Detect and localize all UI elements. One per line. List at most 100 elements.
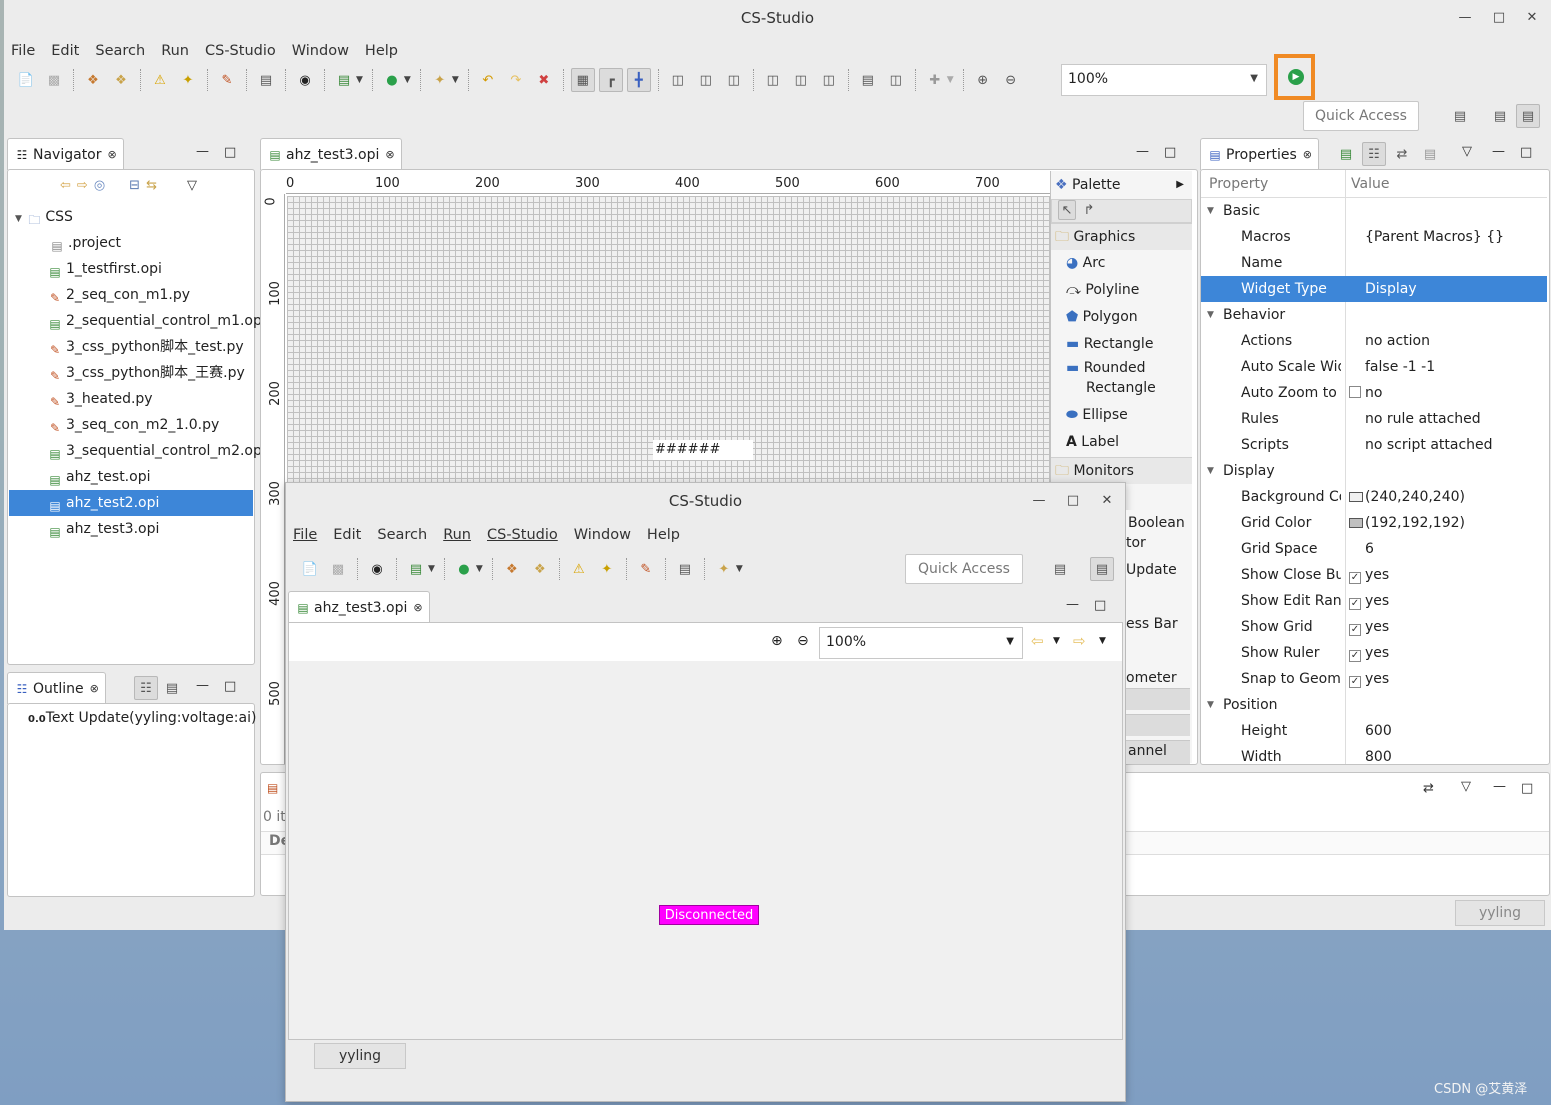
chevron-down-icon[interactable]: ▼ [736, 564, 743, 574]
maximize-icon[interactable]: □ [1520, 145, 1532, 160]
zoom-out-icon[interactable]: ⊖ [999, 68, 1023, 92]
connection-tool-icon[interactable]: ↱ [1080, 200, 1098, 220]
palette-drawer-channel[interactable]: annel [1126, 740, 1190, 764]
menu-window[interactable]: Window [285, 40, 358, 62]
tree-item[interactable]: ▤ ahz_test.opi [9, 464, 253, 490]
property-row[interactable]: Snap to Geometry ✓ yes [1201, 666, 1547, 692]
maximize-icon[interactable]: □ [1164, 145, 1176, 160]
paste-icon[interactable]: ❖ [528, 557, 552, 581]
categories-icon[interactable]: ☷ [1362, 142, 1386, 166]
chevron-right-icon[interactable]: ▶ [1176, 171, 1184, 199]
chevron-down-icon[interactable]: ▼ [1006, 636, 1014, 647]
delete-icon[interactable]: ✖ [532, 68, 556, 92]
property-row[interactable]: Grid Color (192,192,192) [1201, 510, 1547, 536]
property-row[interactable]: Show Ruler ✓ yes [1201, 640, 1547, 666]
outline-item[interactable]: 0.0Text Update(yyling:voltage:ai) [28, 710, 256, 726]
tab-editor[interactable]: ▤ ahz_test3.opi ⊗ [260, 138, 402, 170]
opi-editor-perspective-icon[interactable]: ▤ [1516, 104, 1540, 128]
tab-properties[interactable]: ▤ Properties ⊗ [1200, 138, 1319, 170]
align-left-icon[interactable]: ◫ [666, 68, 690, 92]
property-row[interactable]: Show Close Button ✓ yes [1201, 562, 1547, 588]
menu-cs-studio[interactable]: CS-Studio [480, 524, 567, 546]
property-value[interactable]: no action [1365, 328, 1430, 354]
back-icon[interactable]: ⇦ [60, 178, 71, 193]
property-value[interactable]: Display [1365, 276, 1417, 302]
property-row[interactable]: Background Color (240,240,240) [1201, 484, 1547, 510]
menu-run[interactable]: Run [436, 524, 480, 546]
menu-help[interactable]: Help [358, 40, 407, 62]
property-value[interactable]: ✓ yes [1349, 562, 1389, 588]
close-icon[interactable]: ⊗ [385, 148, 394, 161]
property-value[interactable]: {Parent Macros} {} [1365, 224, 1504, 250]
maximize-button[interactable]: □ [1056, 483, 1090, 519]
checkbox-checked-icon[interactable]: ✓ [1349, 676, 1361, 688]
camera-icon[interactable]: ◉ [293, 68, 317, 92]
tree-expand-icon[interactable]: ▼ [1207, 458, 1214, 484]
save-icon[interactable]: ▩ [42, 68, 66, 92]
maximize-icon[interactable]: □ [224, 679, 236, 694]
minimize-icon[interactable]: — [196, 144, 209, 159]
edit-pen-icon[interactable]: ✎ [634, 557, 658, 581]
chart-icon[interactable]: ▤ [673, 557, 697, 581]
open-perspective-icon[interactable]: ▤ [1448, 104, 1472, 128]
view-menu-icon[interactable]: ▽ [1462, 144, 1472, 159]
property-value[interactable]: ✓ yes [1349, 588, 1389, 614]
property-value[interactable]: ✓ yes [1349, 614, 1389, 640]
menu-file[interactable]: File [4, 40, 44, 62]
tree-expand-icon[interactable]: ▼ [1207, 302, 1214, 328]
zoom-out-icon[interactable]: ⊖ [797, 633, 809, 649]
palette-item-label[interactable]: A Label [1051, 429, 1192, 451]
chart-icon[interactable]: ▤ [254, 68, 278, 92]
property-value[interactable]: (240,240,240) [1349, 484, 1465, 510]
property-value[interactable]: ✓ yes [1349, 666, 1389, 692]
property-row[interactable]: Width 800 [1201, 744, 1547, 764]
property-row[interactable]: Show Grid ✓ yes [1201, 614, 1547, 640]
warning-icon[interactable]: ⚠ [567, 557, 591, 581]
align-bottom-icon[interactable]: ◫ [817, 68, 841, 92]
property-row[interactable]: Widget Type Display [1201, 276, 1547, 302]
tree-item[interactable]: ▤ 3_sequential_control_m2.opi [9, 438, 265, 464]
palette-item-boolean[interactable]: Boolean [1128, 513, 1185, 533]
tree-item-selected[interactable]: ▤ ahz_test2.opi [9, 490, 253, 516]
snap-guides-icon[interactable]: ╋ [626, 68, 651, 92]
palette-drawer-monitors[interactable]: 🗀 Monitors [1051, 457, 1192, 484]
close-icon[interactable]: ⊗ [413, 601, 422, 614]
chevron-down-icon[interactable]: ▼ [356, 75, 363, 85]
align-middle-icon[interactable]: ◫ [789, 68, 813, 92]
property-category[interactable]: ▼ Basic [1201, 198, 1547, 224]
same-height-icon[interactable]: ▤ [856, 68, 880, 92]
back-icon[interactable]: ⇦ [1031, 632, 1044, 650]
pin-icon[interactable]: ▤ [1334, 142, 1358, 166]
open-perspective-icon[interactable]: ▤ [1048, 557, 1072, 581]
palette-item-indicator[interactable]: tor [1126, 533, 1146, 553]
perspective-icon[interactable]: ▤ [1488, 104, 1512, 128]
minimize-icon[interactable]: — [1136, 144, 1149, 159]
palette-item-thermometer[interactable]: ometer [1126, 668, 1177, 688]
checkbox-checked-icon[interactable]: ✓ [1349, 598, 1361, 610]
checkbox-unchecked-icon[interactable] [1349, 386, 1361, 398]
tool-icon[interactable]: ✦ [712, 557, 736, 581]
property-value[interactable]: no [1349, 380, 1382, 406]
undo-icon[interactable]: ↶ [476, 68, 500, 92]
tree-item[interactable]: ▤ 1_testfirst.opi [9, 256, 253, 282]
restore-default-icon[interactable]: ▤ [1418, 142, 1442, 166]
palette-item-polyline[interactable]: ⤼ Polyline [1051, 277, 1192, 304]
checkbox-checked-icon[interactable]: ✓ [1349, 572, 1361, 584]
zoom-in-icon[interactable]: ⊕ [971, 68, 995, 92]
paste-icon[interactable]: ❖ [109, 68, 133, 92]
maximize-button[interactable]: □ [1482, 0, 1516, 36]
align-center-icon[interactable]: ◫ [694, 68, 718, 92]
tree-item[interactable]: ✎ 3_css_python脚本_test.py [9, 334, 253, 360]
palette-drawer-graphics[interactable]: 🗀 Graphics [1051, 223, 1192, 250]
property-category[interactable]: ▼ Position [1201, 692, 1547, 718]
menu-search[interactable]: Search [88, 40, 154, 62]
distribute-icon[interactable]: ✚ [923, 68, 947, 92]
property-row[interactable]: Show Edit Range ✓ yes [1201, 588, 1547, 614]
chevron-down-icon[interactable]: ▼ [1250, 73, 1258, 84]
chevron-down-icon[interactable]: ▼ [404, 75, 411, 85]
property-value[interactable]: no script attached [1365, 432, 1493, 458]
property-row[interactable]: Scripts no script attached [1201, 432, 1547, 458]
tab-navigator[interactable]: ☷ Navigator ⊗ [7, 138, 124, 170]
menu-file[interactable]: File [286, 524, 326, 546]
runtime-zoom-combo[interactable]: 100% ▼ [819, 627, 1023, 659]
